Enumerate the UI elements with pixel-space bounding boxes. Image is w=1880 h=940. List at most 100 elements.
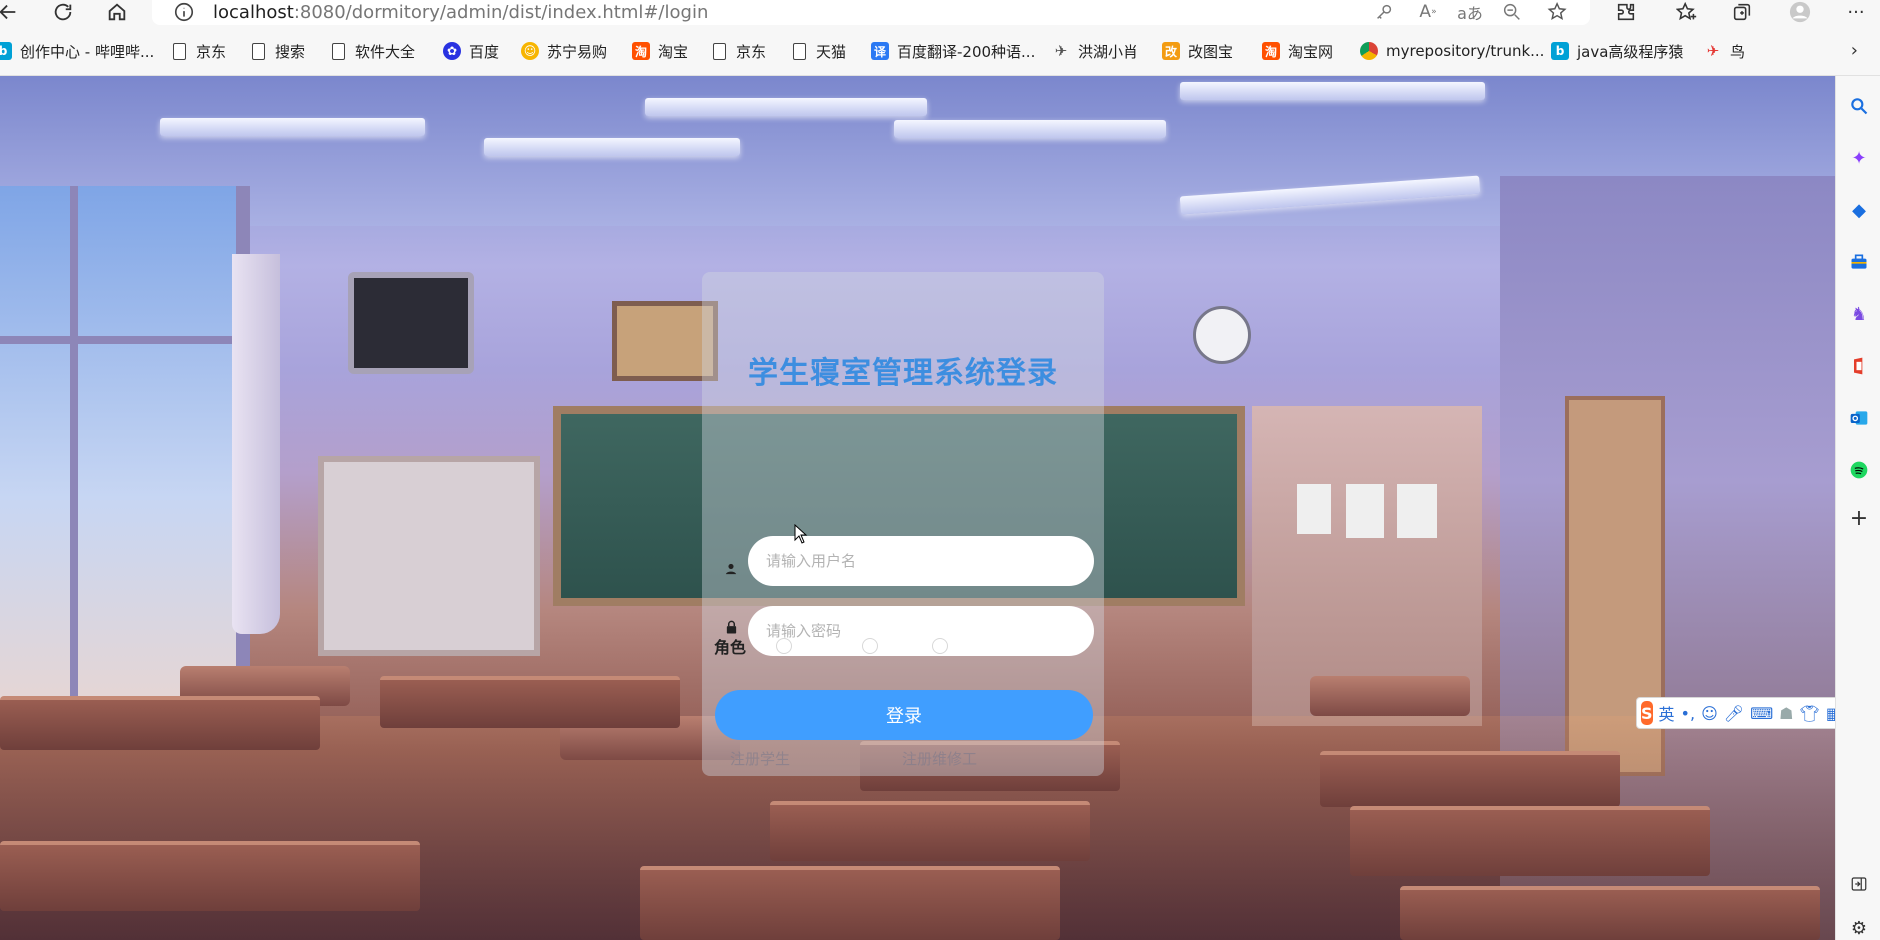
notice-paper: [1397, 484, 1437, 538]
zoom-out-icon[interactable]: [1498, 0, 1526, 24]
keyboard-icon[interactable]: ⌨: [1750, 704, 1773, 723]
bookmark-suning[interactable]: ☺ 苏宁易购: [521, 40, 607, 62]
bookmark-taobao[interactable]: 淘淘宝: [632, 40, 688, 62]
bird-icon: ✈: [1054, 42, 1068, 60]
shopping-tag-icon[interactable]: ◆: [1847, 198, 1871, 222]
desk: [1350, 806, 1710, 876]
suning-lion-icon: ☺: [521, 42, 539, 60]
bookmark-bird[interactable]: ✈ 鸟: [1704, 40, 1745, 62]
user-icon: [724, 562, 738, 576]
register-student-link[interactable]: 注册学生: [730, 748, 790, 769]
wall-clock: [1193, 306, 1251, 364]
home-icon[interactable]: [103, 0, 131, 24]
chair: [1310, 676, 1470, 716]
register-repairer-link[interactable]: 注册维修工: [902, 748, 977, 769]
settings-gear-icon[interactable]: ⚙: [1847, 916, 1871, 940]
curtain: [232, 254, 280, 634]
url-text[interactable]: localhost:8080/dormitory/admin/dist/inde…: [213, 2, 708, 23]
notice-paper: [1346, 484, 1384, 538]
role-label: 角色: [714, 638, 747, 657]
read-aloud-icon[interactable]: A»: [1414, 0, 1442, 24]
info-icon[interactable]: [170, 0, 198, 24]
television: [348, 272, 474, 374]
role-radio-admin[interactable]: 管理员: [776, 634, 850, 658]
bookmark-baidu-translate[interactable]: 译百度翻译-200种语...: [871, 40, 1035, 62]
extensions-icon[interactable]: [1612, 0, 1640, 24]
shirt-icon[interactable]: 👕︎: [1800, 704, 1820, 723]
mouse-cursor-icon: [794, 524, 808, 544]
login-button[interactable]: 登录: [715, 690, 1093, 740]
translate-icon[interactable]: aあ: [1456, 0, 1484, 24]
bookmark-bilibili-creator[interactable]: b 创作中心 - 哔哩哔...: [0, 40, 154, 62]
key-icon[interactable]: [1370, 0, 1398, 24]
bookmark-tmall[interactable]: 天猫: [793, 40, 846, 62]
add-icon[interactable]: +: [1847, 506, 1871, 531]
profile-icon[interactable]: [1786, 0, 1814, 24]
favorite-add-icon[interactable]: [1544, 0, 1572, 24]
microphone-icon[interactable]: 🎤︎: [1724, 704, 1744, 723]
favorites-icon[interactable]: [1673, 0, 1701, 24]
bookmark-label: 改图宝: [1188, 42, 1234, 61]
baidu-paw-icon: ✿: [443, 42, 461, 60]
refresh-icon[interactable]: [49, 0, 77, 24]
taobao-icon: 淘: [1262, 42, 1280, 60]
classroom-window: [0, 186, 250, 706]
desk: [770, 801, 1090, 861]
emoji-icon[interactable]: ☺: [1701, 704, 1718, 723]
bookmark-label: 京东: [736, 42, 767, 61]
bookmark-software[interactable]: 软件大全: [332, 40, 415, 62]
url-path: :8080/dormitory/admin/dist/index.html#/l…: [293, 2, 709, 23]
punctuation-icon[interactable]: •,: [1681, 704, 1696, 723]
bookmark-jd-2[interactable]: 京东: [713, 40, 766, 62]
spotify-icon[interactable]: [1847, 458, 1871, 482]
back-icon[interactable]: [0, 0, 22, 24]
split-screen-icon[interactable]: [1847, 872, 1871, 896]
url-host: localhost: [213, 2, 294, 23]
sogou-logo-icon[interactable]: S: [1641, 701, 1653, 725]
login-panel: 学生寝室管理系统登录 角色 管理员 学生 维修工 登录 注册学生 注册维修工: [702, 272, 1104, 776]
desk: [640, 866, 1060, 940]
bilibili-icon: b: [1551, 42, 1569, 60]
tools-icon[interactable]: [1847, 250, 1871, 274]
ceiling-light: [484, 138, 740, 156]
ime-mode-toggle[interactable]: 英: [1659, 701, 1675, 725]
login-title: 学生寝室管理系统登录: [748, 356, 1058, 391]
role-radio-student[interactable]: 学生: [862, 634, 920, 658]
gaitubao-icon: 改: [1162, 42, 1180, 60]
outlook-icon[interactable]: [1847, 406, 1871, 430]
ceiling-light: [1180, 82, 1485, 100]
baidu-translate-icon: 译: [871, 42, 889, 60]
radio-circle[interactable]: [776, 638, 793, 654]
desk: [1400, 886, 1820, 940]
bookmark-label: 苏宁易购: [547, 42, 608, 61]
bookmark-taobao-net[interactable]: 淘淘宝网: [1262, 40, 1333, 62]
role-radio-repairer[interactable]: 维修工: [932, 634, 1006, 658]
office-icon[interactable]: [1847, 354, 1871, 378]
login-page-background: 学生寝室管理系统登录 角色 管理员 学生 维修工 登录 注册学生 注册维修工: [0, 76, 1835, 940]
lock-icon: [724, 620, 738, 634]
page-icon: [713, 42, 726, 60]
bookmark-label: 淘宝: [658, 42, 689, 61]
page-icon: [332, 42, 345, 60]
bookmark-gaitubao[interactable]: 改改图宝: [1162, 40, 1233, 62]
role-option-label: 管理员: [802, 638, 851, 657]
radio-circle[interactable]: [932, 638, 949, 654]
more-icon[interactable]: ···: [1842, 0, 1870, 24]
role-selector: 角色 管理员 学生 维修工: [714, 634, 1018, 658]
copilot-icon[interactable]: ✦: [1847, 146, 1871, 170]
user-skin-icon[interactable]: ☗: [1779, 704, 1793, 723]
bookmark-java[interactable]: b java高级程序猿: [1551, 40, 1683, 62]
bookmark-myrepository[interactable]: myrepository/trunk...: [1360, 40, 1544, 62]
notice-paper: [1297, 484, 1331, 534]
address-bar[interactable]: localhost:8080/dormitory/admin/dist/inde…: [152, 0, 1590, 25]
bookmark-jd[interactable]: 京东: [173, 40, 226, 62]
bookmark-baidu[interactable]: ✿ 百度: [443, 40, 499, 62]
bookmark-honghu[interactable]: ✈ 洪湖小肖: [1052, 40, 1138, 62]
bookmark-search[interactable]: 搜索: [252, 40, 305, 62]
collections-icon[interactable]: [1728, 0, 1756, 24]
search-icon[interactable]: [1847, 94, 1871, 118]
games-icon[interactable]: ♞: [1847, 302, 1871, 326]
chevron-right-icon[interactable]: ›: [1851, 40, 1858, 61]
browser-sidebar: ✦ ◆ ♞ + ⚙: [1835, 76, 1880, 940]
radio-circle[interactable]: [862, 638, 879, 654]
